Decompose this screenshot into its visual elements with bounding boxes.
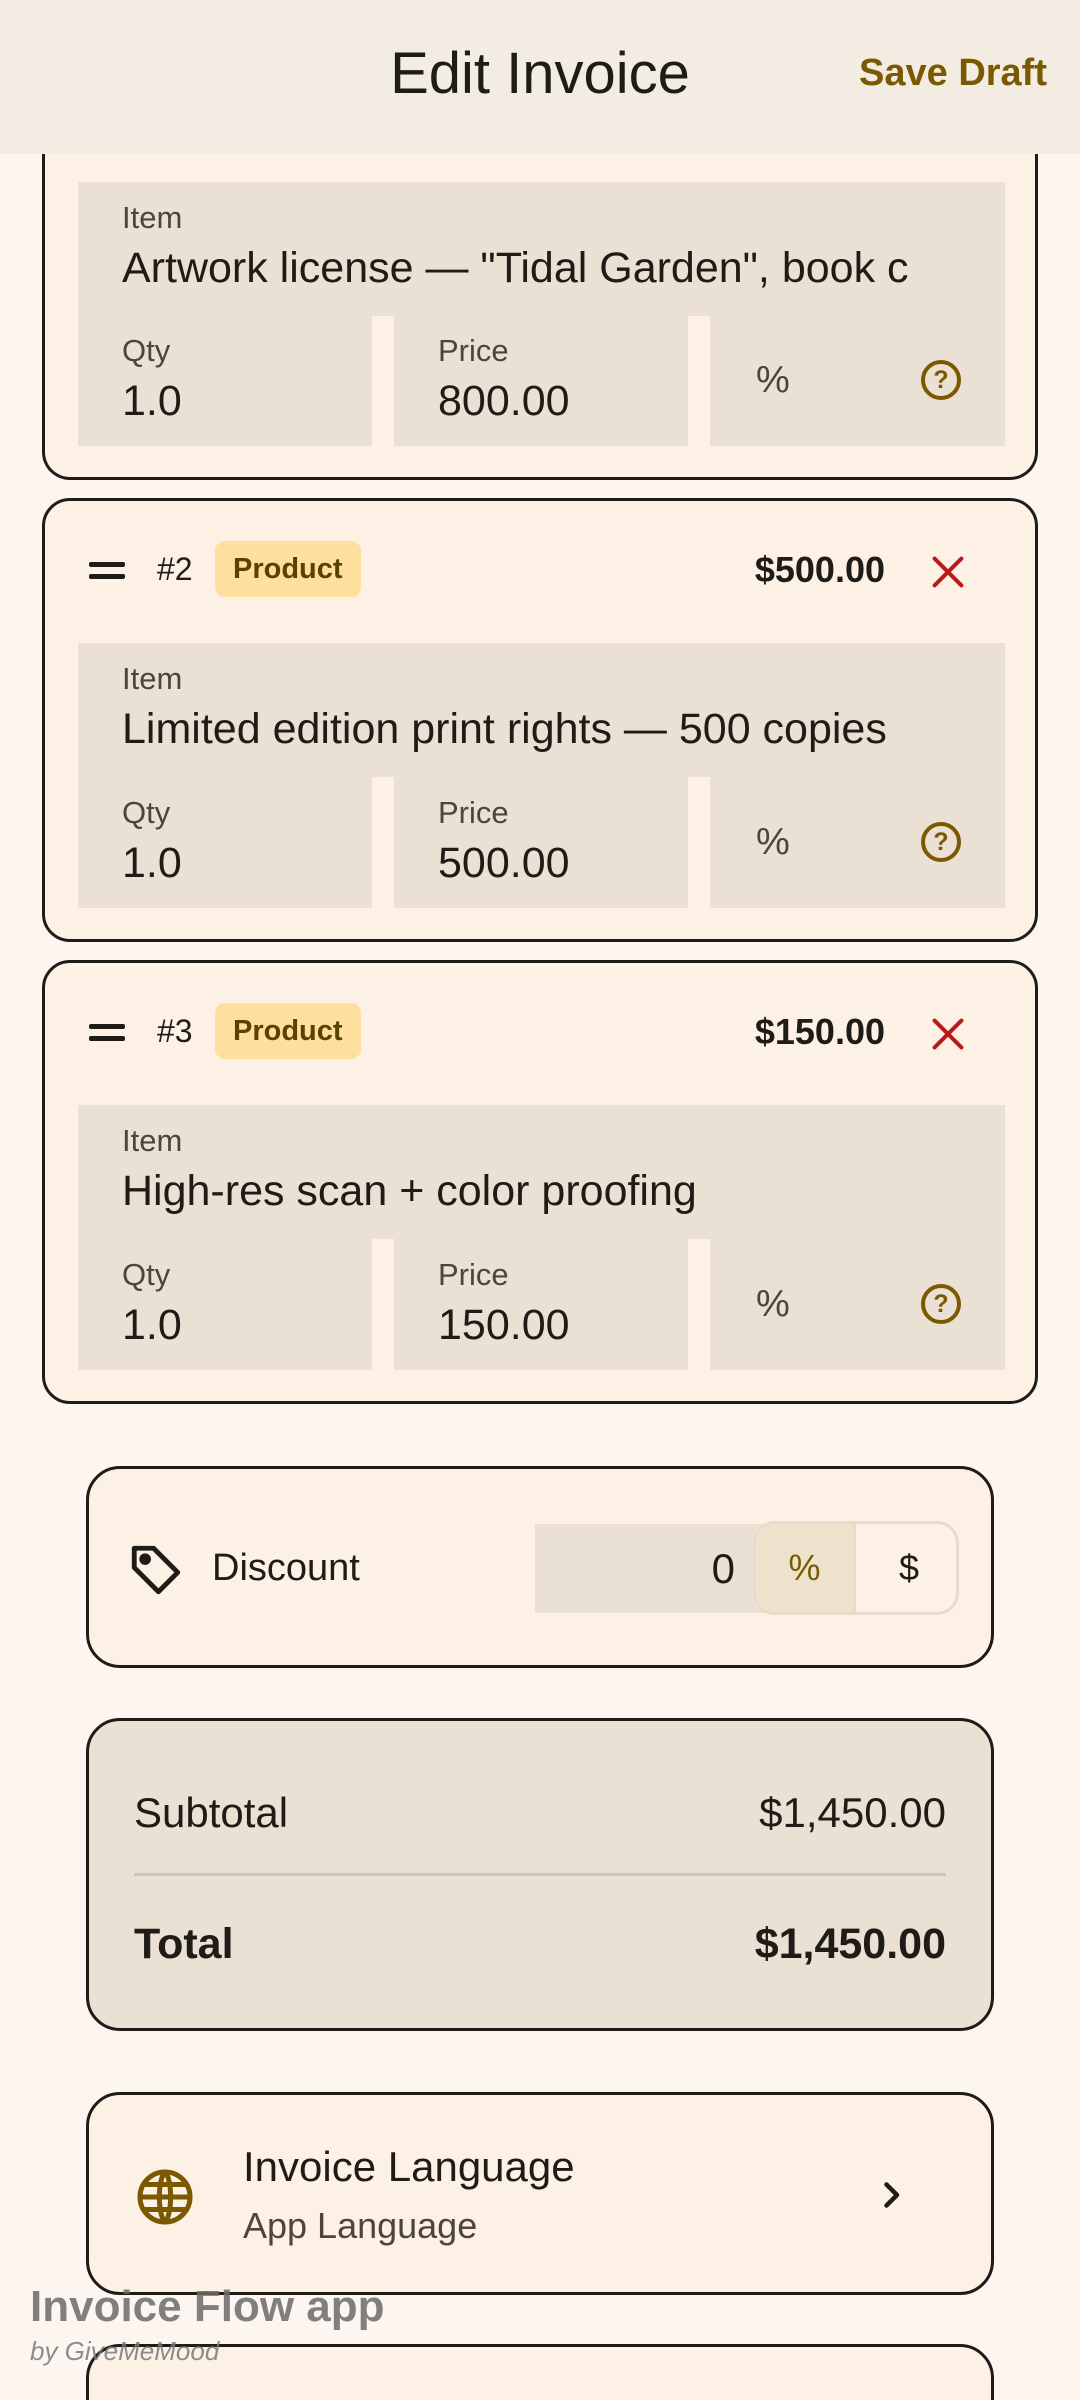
invoice-language-value: App Language (243, 2205, 478, 2246)
price-field[interactable]: Price 500.00 (394, 777, 688, 908)
tax-percent-field[interactable]: % ? (710, 315, 1005, 446)
qty-field[interactable]: Qty 1.0 (78, 1239, 372, 1370)
watermark-byline: by GiveMeMood (30, 2336, 220, 2366)
subtotal-value: $1,450.00 (759, 1789, 946, 1836)
line-item-header: #3 Product $150.00 (45, 963, 1035, 1103)
item-field[interactable]: Item High-res scan + color proofing (78, 1105, 1005, 1239)
qty-field-value: 1.0 (122, 839, 182, 887)
help-icon[interactable]: ? (921, 1284, 961, 1324)
discount-input[interactable]: 0 (535, 1524, 765, 1613)
tax-percent-field[interactable]: % ? (710, 1239, 1005, 1370)
item-field-value: Artwork license — "Tidal Garden", book c (122, 244, 909, 292)
divider (134, 1873, 946, 1876)
item-type-badge: Product (215, 1003, 361, 1059)
qty-field[interactable]: Qty 1.0 (78, 777, 372, 908)
line-item-number: #2 (157, 551, 193, 587)
help-icon[interactable]: ? (921, 822, 961, 862)
chevron-right-icon (884, 2182, 900, 2208)
line-item-number: #3 (157, 1013, 193, 1049)
price-field-value: 500.00 (438, 839, 570, 887)
qty-field-value: 1.0 (122, 1301, 182, 1349)
item-field-value: Limited edition print rights — 500 copie… (122, 705, 887, 753)
qty-field-value: 1.0 (122, 377, 182, 425)
item-field-label: Item (122, 661, 183, 696)
total-value: $1,450.00 (754, 1920, 946, 1968)
price-field-label: Price (438, 795, 509, 830)
tax-percent-field[interactable]: % ? (710, 777, 1005, 908)
qty-field-label: Qty (122, 795, 171, 830)
subtotal-label: Subtotal (134, 1789, 289, 1836)
help-icon[interactable]: ? (921, 360, 961, 400)
invoice-language-row[interactable]: Invoice Language App Language (86, 2092, 994, 2295)
line-item-card-3: #3 Product $150.00 Item High-res scan + … (42, 960, 1038, 1404)
save-draft-button[interactable]: Save Draft (859, 52, 1047, 95)
percent-label: % (756, 359, 790, 401)
price-field-value: 800.00 (438, 377, 570, 425)
close-icon[interactable] (931, 1017, 965, 1051)
line-item-header: #2 Product $500.00 (45, 501, 1035, 641)
close-icon[interactable] (931, 555, 965, 589)
invoice-language-title: Invoice Language (243, 2143, 575, 2190)
drag-handle-icon[interactable] (89, 1022, 125, 1044)
percent-label: % (756, 821, 790, 863)
price-field-label: Price (438, 333, 509, 368)
top-app-bar: Edit Invoice Save Draft (0, 0, 1080, 154)
drag-handle-icon[interactable] (89, 560, 125, 582)
item-type-badge: Product (215, 541, 361, 597)
qty-field-label: Qty (122, 333, 171, 368)
price-field-value: 150.00 (438, 1301, 570, 1349)
totals-card: Subtotal $1,450.00 Total $1,450.00 (86, 1718, 994, 2031)
item-field[interactable]: Item Artwork license — "Tidal Garden", b… (78, 182, 1005, 316)
price-field[interactable]: Price 800.00 (394, 315, 688, 446)
discount-label: Discount (212, 1547, 360, 1589)
total-label: Total (134, 1920, 234, 1968)
qty-field[interactable]: Qty 1.0 (78, 315, 372, 446)
dollar-option[interactable]: $ (859, 1524, 956, 1612)
watermark-title: Invoice Flow app (30, 2282, 385, 2331)
line-item-card-1: Item Artwork license — "Tidal Garden", b… (42, 122, 1038, 480)
item-field[interactable]: Item Limited edition print rights — 500 … (78, 643, 1005, 777)
line-item-amount: $150.00 (754, 1011, 885, 1052)
item-field-value: High-res scan + color proofing (122, 1167, 697, 1215)
qty-field-label: Qty (122, 1257, 171, 1292)
line-item-card-2: #2 Product $500.00 Item Limited edition … (42, 498, 1038, 942)
line-item-amount: $500.00 (754, 549, 885, 590)
tag-icon (131, 1545, 181, 1595)
globe-icon (137, 2169, 193, 2225)
percent-label: % (756, 1283, 790, 1325)
discount-card: Discount 0 % $ (86, 1466, 994, 1668)
percent-option[interactable]: % (756, 1524, 856, 1612)
watermark: Invoice Flow app by GiveMeMood (30, 2282, 385, 2367)
item-field-label: Item (122, 1123, 183, 1158)
item-field-label: Item (122, 200, 183, 235)
price-field-label: Price (438, 1257, 509, 1292)
discount-type-toggle: % $ (753, 1521, 959, 1615)
price-field[interactable]: Price 150.00 (394, 1239, 688, 1370)
